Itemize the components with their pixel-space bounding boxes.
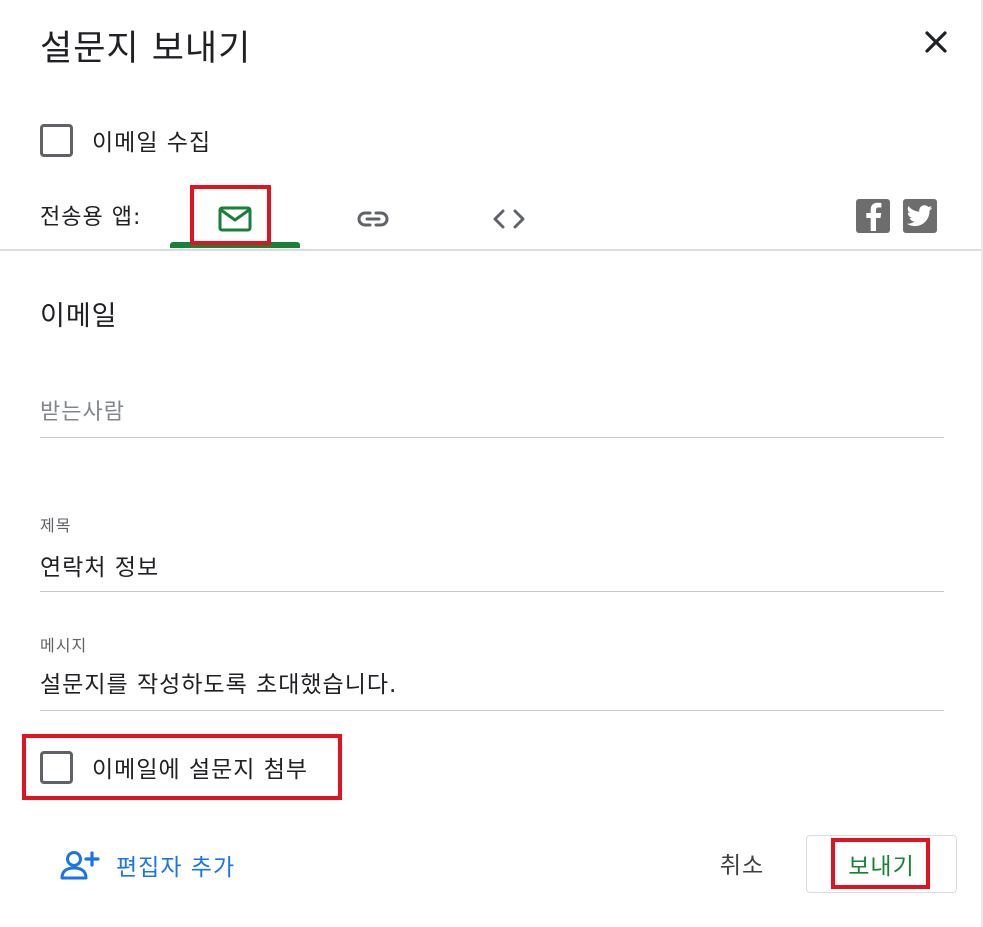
facebook-icon	[866, 202, 882, 231]
send-form-dialog: 설문지 보내기 이메일 수집 전송용 앱: 이메일 받는사람 제목 연락처 정보…	[0, 0, 983, 927]
twitter-icon	[907, 205, 933, 227]
tabs-divider	[0, 249, 983, 251]
collect-emails-checkbox[interactable]	[40, 123, 73, 157]
twitter-button[interactable]	[903, 199, 937, 233]
close-button[interactable]	[918, 24, 954, 60]
code-icon	[493, 209, 525, 229]
tab-embed[interactable]	[474, 190, 544, 248]
recipients-input[interactable]	[40, 390, 944, 434]
email-section-title: 이메일	[40, 301, 118, 332]
cancel-button[interactable]: 취소	[700, 836, 784, 890]
highlight-send-button	[831, 838, 930, 889]
close-icon	[925, 31, 947, 53]
subject-input[interactable]: 연락처 정보	[40, 550, 944, 586]
subject-field[interactable]: 연락처 정보	[40, 550, 944, 592]
subject-label: 제목	[40, 516, 72, 535]
message-field[interactable]: 설문지를 작성하도록 초대했습니다.	[40, 667, 944, 711]
highlight-include-form	[22, 734, 342, 800]
tab-link[interactable]	[338, 190, 408, 248]
add-editors-button[interactable]: 편집자 추가	[60, 848, 235, 882]
message-input[interactable]: 설문지를 작성하도록 초대했습니다.	[40, 667, 944, 703]
add-editors-label: 편집자 추가	[116, 855, 236, 881]
send-via-label: 전송용 앱:	[40, 205, 142, 230]
link-icon	[357, 211, 389, 227]
message-label: 메시지	[40, 636, 88, 655]
dialog-title: 설문지 보내기	[40, 29, 252, 69]
recipients-field[interactable]	[40, 390, 944, 438]
facebook-button[interactable]	[856, 199, 890, 233]
collect-emails-checkbox-row[interactable]: 이메일 수집	[40, 123, 211, 157]
person-add-icon	[60, 851, 100, 880]
collect-emails-label: 이메일 수집	[92, 130, 212, 156]
highlight-email-tab	[190, 185, 271, 245]
